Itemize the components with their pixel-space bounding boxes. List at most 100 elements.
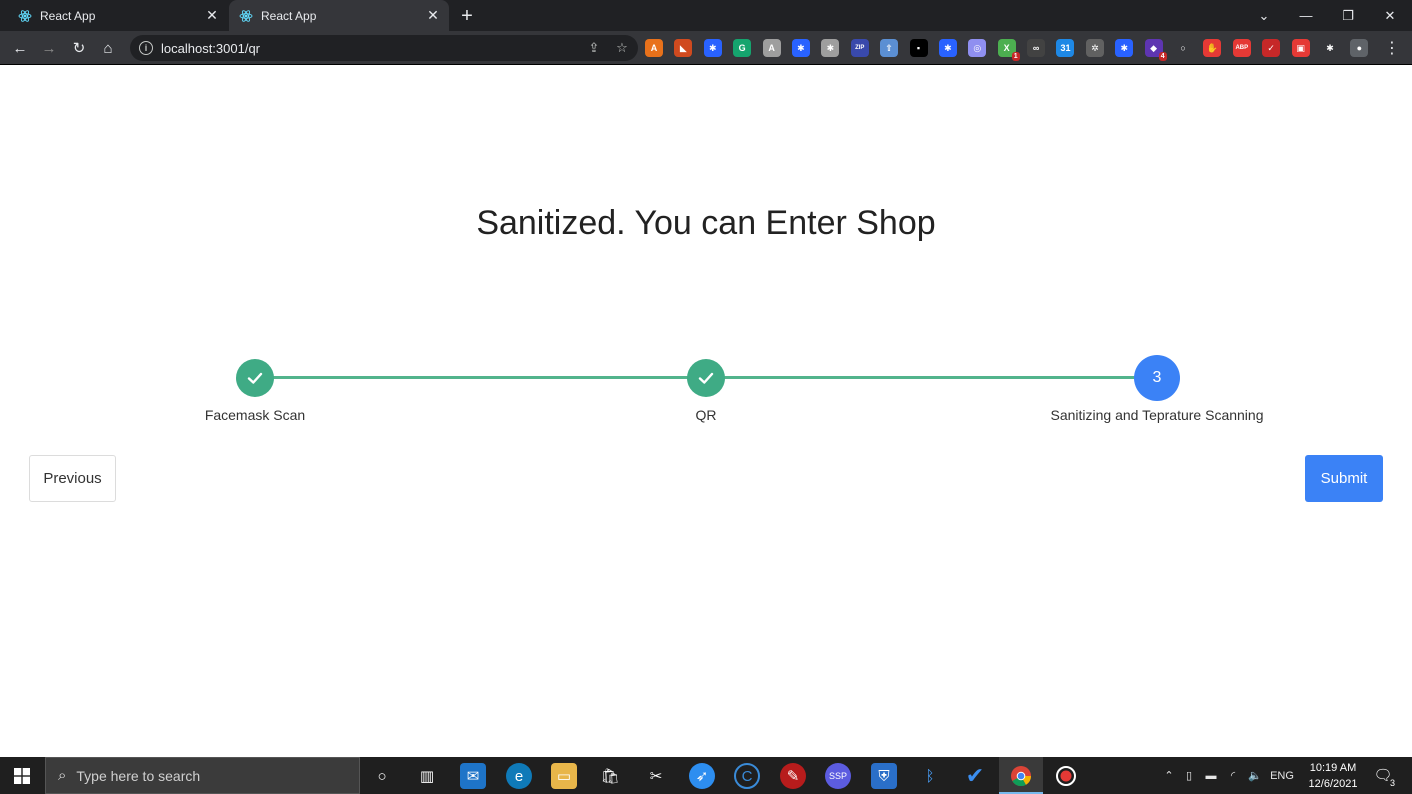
browser-tab-2[interactable]: React App ✕	[229, 0, 449, 31]
step-2-label: QR	[695, 407, 717, 423]
react-favicon-icon	[239, 9, 253, 23]
checkmark-icon	[698, 372, 714, 384]
snip-icon[interactable]: ✂	[643, 763, 669, 789]
windows-logo-icon	[14, 767, 30, 784]
store-icon[interactable]: 🛍	[597, 763, 623, 789]
step-3-label: Sanitizing and Teprature Scanning	[1050, 407, 1264, 423]
clock-time: 10:19 AM	[1309, 762, 1357, 774]
gift-icon[interactable]: ▣	[1291, 39, 1310, 57]
calendar-icon[interactable]: 31	[1056, 39, 1075, 57]
forward-button[interactable]: →	[37, 36, 61, 60]
chrome-icon[interactable]	[1008, 763, 1034, 789]
extensions-bar: A ◣ ✱ G A ✱ ✱ ZIP ⇧ ▪ ✱ ◎ X 1 ∞ 31 ✲ ✱ ◆ 4 ○ ✋ ABP ✓ ▣ ✱ ●	[645, 39, 1380, 61]
avast-icon[interactable]: A	[645, 39, 663, 57]
grammarly-icon[interactable]: G	[733, 39, 752, 57]
address-bar[interactable]: i localhost:3001/qr ⇪ ☆	[130, 35, 638, 61]
step-3-number: 3	[1152, 369, 1162, 386]
extension-badge: 4	[1158, 52, 1167, 61]
task-view-icon[interactable]: ▥	[414, 763, 440, 789]
back-button[interactable]: ←	[8, 36, 32, 60]
home-button[interactable]: ⌂	[96, 36, 120, 60]
puzzle-blue-3-icon[interactable]: ✱	[938, 39, 957, 57]
taskbar-search-box[interactable]: ⌕ Type here to search	[45, 757, 360, 794]
tab-strip: React App ✕ React App ✕ + ⌄ — ❐ ✕	[0, 0, 1412, 31]
battery-icon[interactable]: ▬	[1200, 770, 1222, 782]
system-clock[interactable]: 10:19 AM 12/6/2021	[1300, 760, 1366, 792]
notification-count: 3	[1388, 778, 1396, 788]
share-icon[interactable]: ⇪	[582, 40, 606, 56]
windows-taskbar: ⌕ Type here to search ○ ▥ ✉ e ▭ 🛍 ✂ ➶ C …	[0, 757, 1412, 794]
step-3-circle: 3	[1134, 355, 1180, 401]
record-icon[interactable]	[1053, 763, 1079, 789]
previous-button[interactable]: Previous	[29, 455, 116, 502]
puzzle-blue-4-icon[interactable]: ✱	[1115, 39, 1134, 57]
browser-menu-icon[interactable]: ⋮	[1384, 36, 1400, 60]
x-badge-icon[interactable]: X1	[997, 39, 1020, 61]
meet-now-icon[interactable]: ▯	[1178, 769, 1200, 782]
site-info-icon[interactable]: i	[139, 41, 153, 55]
adblock-icon[interactable]: ABP	[1232, 39, 1251, 57]
notification-center-icon[interactable]: 🗨 3	[1372, 764, 1396, 788]
checkmark-icon	[247, 372, 263, 384]
pen-icon[interactable]: ✎	[780, 763, 806, 789]
reload-button[interactable]: ↻	[67, 36, 91, 60]
step-1-circle	[236, 359, 274, 397]
close-tab-icon[interactable]: ✕	[423, 6, 443, 26]
mail-icon[interactable]: ✉	[460, 763, 486, 789]
a-circle-icon[interactable]: A	[762, 39, 781, 57]
language-indicator[interactable]: ENG	[1266, 770, 1298, 782]
extension-badge: 1	[1011, 52, 1020, 61]
new-tab-button[interactable]: +	[455, 4, 479, 28]
bookmark-star-icon[interactable]: ☆	[610, 40, 634, 56]
puzzle-blue-2-icon[interactable]: ✱	[791, 39, 810, 57]
tab-search-icon[interactable]: ⌄	[1244, 0, 1284, 31]
zip-icon[interactable]: ZIP	[850, 39, 869, 57]
system-tray: ⌃ ▯ ▬ ◜ 🔈 ENG	[1160, 757, 1298, 794]
notepad-icon[interactable]: ▪	[909, 39, 928, 57]
openai-icon[interactable]: ✲	[1085, 39, 1104, 57]
minimize-button[interactable]: —	[1286, 0, 1326, 31]
start-button[interactable]	[0, 757, 44, 794]
bluetooth-icon[interactable]: ᛒ	[917, 763, 943, 789]
puzzle-gray-icon[interactable]: ✱	[821, 39, 840, 57]
search-icon: ⌕	[58, 767, 67, 784]
show-hidden-icons-icon[interactable]: ⌃	[1160, 769, 1178, 782]
browser-tab-1[interactable]: React App ✕	[8, 0, 228, 31]
stop-hand-icon[interactable]: ✋	[1203, 39, 1222, 57]
wifi-icon[interactable]: ◜	[1222, 769, 1244, 782]
search-placeholder: Type here to search	[76, 767, 201, 784]
office-icon[interactable]: ◣	[674, 39, 693, 57]
volume-icon[interactable]: 🔈	[1244, 769, 1266, 782]
profile-icon[interactable]: ●	[1350, 39, 1369, 57]
shield-icon[interactable]: ⛨	[871, 763, 897, 789]
page-title: Sanitized. You can Enter Shop	[476, 204, 936, 242]
edge-icon[interactable]: e	[506, 763, 532, 789]
step-1-label: Facemask Scan	[204, 407, 306, 423]
close-tab-icon[interactable]: ✕	[202, 6, 222, 26]
cortana-icon[interactable]: ○	[369, 763, 395, 789]
ssp-icon[interactable]: SSP	[825, 763, 851, 789]
ccleaner-icon[interactable]: C	[734, 763, 760, 789]
clock-date: 12/6/2021	[1308, 778, 1358, 790]
todo-icon[interactable]: ✔	[962, 763, 988, 789]
safari-icon[interactable]: ➶	[689, 763, 715, 789]
file-explorer-icon[interactable]: ▭	[551, 763, 577, 789]
circle-outline-icon[interactable]: ○	[1174, 39, 1193, 57]
step-connector	[724, 376, 1136, 379]
submit-button[interactable]: Submit	[1305, 455, 1383, 502]
puzzle-blue-icon[interactable]: ✱	[703, 39, 722, 57]
page-content: Sanitized. You can Enter Shop Facemask S…	[0, 66, 1412, 757]
upload-icon[interactable]: ⇧	[880, 39, 899, 57]
chrome-ext-icon[interactable]: ◎	[968, 39, 987, 57]
glasses-icon[interactable]: ∞	[1027, 39, 1046, 57]
browser-toolbar: ← → ↻ ⌂ i localhost:3001/qr ⇪ ☆ A ◣ ✱ G A ✱ ✱ Z…	[0, 31, 1412, 65]
extensions-puzzle-icon[interactable]: ✱	[1320, 39, 1339, 57]
check-red-icon[interactable]: ✓	[1262, 39, 1281, 57]
restore-button[interactable]: ❐	[1328, 0, 1368, 31]
tag-icon[interactable]: ◆ 4	[1144, 39, 1167, 61]
close-window-button[interactable]: ✕	[1370, 0, 1410, 31]
step-2-circle	[687, 359, 725, 397]
url-text[interactable]: localhost:3001/qr	[161, 41, 582, 56]
react-favicon-icon	[18, 9, 32, 23]
step-connector	[273, 376, 688, 379]
